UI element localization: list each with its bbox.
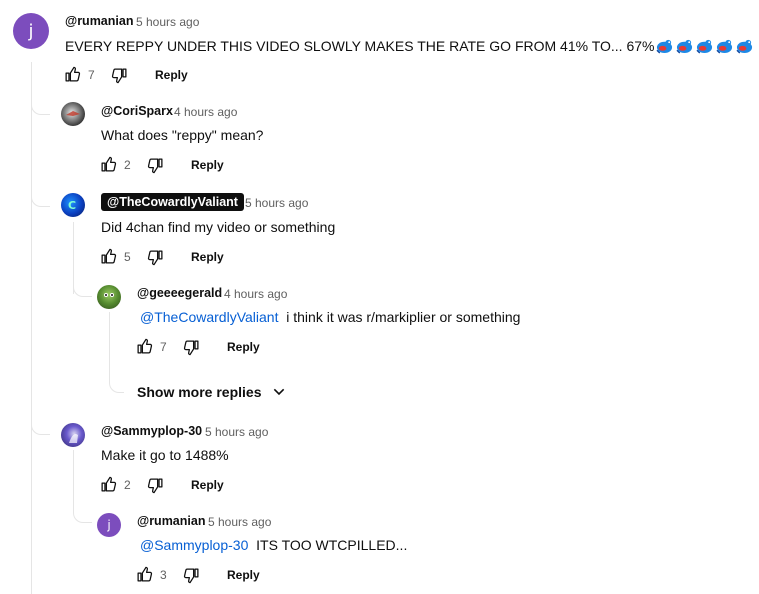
comment-text: EVERY REPPY UNDER THIS VIDEO SLOWLY MAKE… <box>65 37 754 54</box>
thumbs-down-icon <box>147 250 163 266</box>
thumbs-up-icon <box>101 248 117 264</box>
reply-button[interactable]: Reply <box>191 250 224 264</box>
blue-bird-emoji-icon <box>716 39 733 54</box>
thumbs-down-icon <box>147 478 163 494</box>
blue-bird-emoji-icon <box>676 39 693 54</box>
mention-link[interactable]: @TheCowardlyValiant <box>140 309 278 325</box>
reply-button[interactable]: Reply <box>227 568 260 582</box>
thumbs-down-icon <box>111 68 127 84</box>
avatar[interactable] <box>97 285 121 309</box>
thread-line-main <box>31 62 32 594</box>
like-button[interactable] <box>100 156 117 173</box>
dislike-button[interactable] <box>183 339 200 356</box>
comment-text: Make it go to 1488% <box>101 447 229 463</box>
blue-bird-emoji-icon <box>656 39 673 54</box>
comment-text: @Sammyplop-30 ITS TOO WTCPILLED... <box>140 537 407 553</box>
avatar[interactable] <box>61 102 85 126</box>
comment-time[interactable]: 4 hours ago <box>174 105 237 119</box>
comment-time[interactable]: 4 hours ago <box>224 287 287 301</box>
like-button[interactable] <box>136 338 153 355</box>
comment-author[interactable]: @TheCowardlyValiant <box>101 193 244 211</box>
like-button[interactable] <box>100 476 117 493</box>
chevron-down-icon <box>274 388 285 396</box>
like-count: 2 <box>124 478 131 492</box>
thumbs-down-icon <box>183 340 199 356</box>
svg-text:C: C <box>68 199 76 212</box>
like-count: 2 <box>124 158 131 172</box>
thumbs-up-icon <box>137 566 153 582</box>
thread-connector-4 <box>109 364 124 393</box>
comment-time[interactable]: 5 hours ago <box>245 196 308 210</box>
like-button[interactable] <box>100 248 117 265</box>
blue-bird-emoji-icon <box>736 39 753 54</box>
thread-connector-3 <box>73 274 92 297</box>
comment-text: What does "reppy" mean? <box>101 127 264 143</box>
like-count: 3 <box>160 568 167 582</box>
comment-time[interactable]: 5 hours ago <box>205 425 268 439</box>
reply-button[interactable]: Reply <box>191 478 224 492</box>
comment-text-body: i think it was r/markiplier or something <box>286 309 521 325</box>
avatar[interactable]: j <box>13 13 49 49</box>
like-count: 5 <box>124 250 131 264</box>
thumbs-up-icon <box>101 476 117 492</box>
thread-line-nested-3 <box>73 450 74 500</box>
comment-text-body: EVERY REPPY UNDER THIS VIDEO SLOWLY MAKE… <box>65 38 655 54</box>
avatar[interactable] <box>61 423 85 447</box>
comment-text: @TheCowardlyValiant i think it was r/mar… <box>140 309 520 325</box>
show-more-replies-button[interactable]: Show more replies <box>137 384 287 400</box>
blue-bird-emoji-icon <box>696 39 713 54</box>
like-count: 7 <box>88 68 95 82</box>
comment-author[interactable]: @rumanian <box>65 14 133 28</box>
avatar[interactable]: j <box>97 513 121 537</box>
like-count: 7 <box>160 340 167 354</box>
comment-author[interactable]: @Sammyplop-30 <box>101 424 202 438</box>
thread-connector-1 <box>31 90 50 115</box>
comment-author[interactable]: @geeeegerald <box>137 286 222 300</box>
avatar-letter: j <box>107 518 111 532</box>
thumbs-down-icon <box>147 158 163 174</box>
dislike-button[interactable] <box>147 477 164 494</box>
thread-line-nested-2 <box>109 312 110 372</box>
comment-time[interactable]: 5 hours ago <box>136 15 199 29</box>
thumbs-up-icon <box>101 156 117 172</box>
comment-author[interactable]: @rumanian <box>137 514 205 528</box>
dislike-button[interactable] <box>183 567 200 584</box>
like-button[interactable] <box>64 66 81 83</box>
thumbs-up-icon <box>65 66 81 82</box>
dislike-button[interactable] <box>147 157 164 174</box>
emoji-icon <box>654 38 754 54</box>
comment-time[interactable]: 5 hours ago <box>208 515 271 529</box>
reply-button[interactable]: Reply <box>155 68 188 82</box>
reply-button[interactable]: Reply <box>191 158 224 172</box>
show-more-label: Show more replies <box>137 384 262 400</box>
comment-author[interactable]: @CoriSparx <box>101 104 173 118</box>
comment-text-body: ITS TOO WTCPILLED... <box>256 537 408 553</box>
dislike-button[interactable] <box>147 249 164 266</box>
mention-link[interactable]: @Sammyplop-30 <box>140 537 248 553</box>
thumbs-up-icon <box>137 338 153 354</box>
thread-connector-6 <box>73 498 92 523</box>
thread-connector-5 <box>31 410 50 435</box>
dislike-button[interactable] <box>111 67 128 84</box>
avatar[interactable]: C <box>61 193 85 217</box>
comment-text: Did 4chan find my video or something <box>101 219 336 235</box>
reply-button[interactable]: Reply <box>227 340 260 354</box>
like-button[interactable] <box>136 566 153 583</box>
avatar-letter: j <box>28 20 34 42</box>
thumbs-down-icon <box>183 568 199 584</box>
thread-connector-2 <box>31 180 50 207</box>
